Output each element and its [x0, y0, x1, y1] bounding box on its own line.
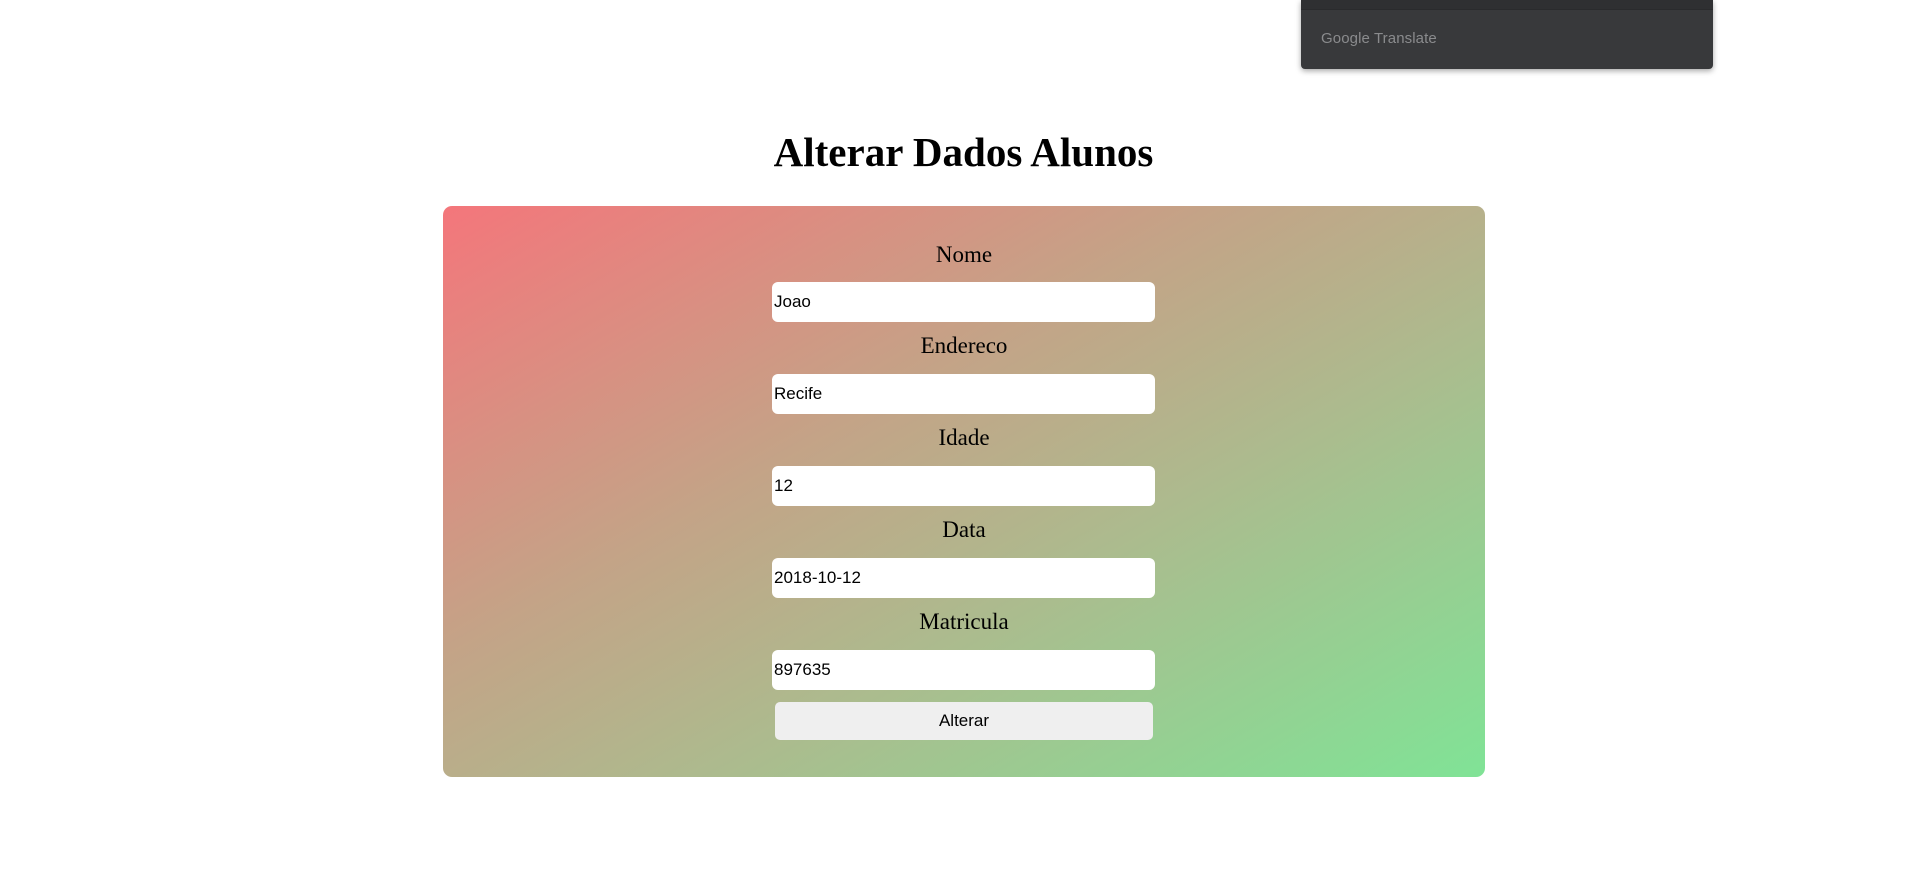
matricula-label: Matricula [919, 609, 1009, 634]
student-edit-form: Nome Endereco Idade Data Matricula Alter… [443, 206, 1485, 777]
google-translate-popup: Google Translate [1301, 0, 1713, 69]
data-label: Data [942, 517, 986, 542]
nome-label: Nome [935, 242, 993, 267]
data-input[interactable] [772, 558, 1155, 598]
page-title: Alterar Dados Alunos [773, 129, 1154, 175]
matricula-input[interactable] [772, 650, 1155, 690]
google-translate-brand: Google Translate [1321, 30, 1437, 47]
idade-input[interactable] [772, 466, 1155, 506]
endereco-input[interactable] [772, 374, 1155, 414]
alterar-button[interactable]: Alterar [775, 702, 1153, 740]
nome-input[interactable] [772, 282, 1155, 322]
endereco-label: Endereco [920, 333, 1008, 358]
idade-label: Idade [938, 425, 990, 450]
popup-top-strip [1301, 0, 1713, 10]
page: Google Translate Alterar Dados Alunos No… [0, 0, 1917, 874]
